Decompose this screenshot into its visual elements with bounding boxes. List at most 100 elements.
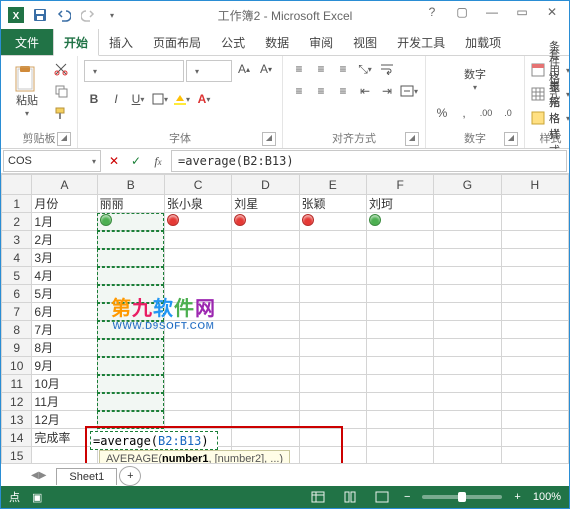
close-button[interactable]: ✕	[537, 1, 567, 23]
number-launcher[interactable]: ◢	[504, 132, 518, 146]
cell[interactable]	[97, 411, 164, 429]
cell[interactable]: 10月	[32, 375, 97, 393]
zoom-out-button[interactable]: −	[404, 491, 410, 503]
align-center-icon[interactable]: ≡	[311, 82, 331, 100]
font-family-select[interactable]: ▾	[84, 60, 184, 82]
sheet-nav-next[interactable]: ▶	[39, 470, 47, 481]
ribbon-display-button[interactable]: ▢	[447, 1, 477, 23]
tab-insert[interactable]: 插入	[99, 29, 143, 55]
cell[interactable]	[366, 249, 433, 267]
cell[interactable]	[164, 339, 231, 357]
cell[interactable]	[434, 303, 501, 321]
row-header[interactable]: 12	[2, 393, 32, 411]
align-top-icon[interactable]: ≡	[289, 60, 309, 78]
cell[interactable]	[434, 249, 501, 267]
cell[interactable]	[232, 303, 299, 321]
tab-addins[interactable]: 加载项	[455, 29, 511, 55]
cell[interactable]	[299, 411, 366, 429]
sheet-nav-prev[interactable]: ◀	[31, 470, 39, 481]
cell[interactable]	[232, 213, 299, 231]
row-header[interactable]: 1	[2, 195, 32, 213]
add-sheet-button[interactable]: +	[119, 466, 141, 486]
cell[interactable]	[434, 285, 501, 303]
cell[interactable]	[232, 393, 299, 411]
cell[interactable]	[299, 285, 366, 303]
bold-button[interactable]: B	[84, 90, 104, 108]
cell[interactable]	[366, 285, 433, 303]
col-header[interactable]: C	[164, 175, 231, 195]
save-icon[interactable]	[29, 4, 51, 26]
font-launcher[interactable]: ◢	[262, 132, 276, 146]
align-middle-icon[interactable]: ≡	[311, 60, 331, 78]
zoom-in-button[interactable]: +	[514, 491, 520, 503]
cell[interactable]	[164, 357, 231, 375]
cell[interactable]	[164, 321, 231, 339]
cell[interactable]	[164, 231, 231, 249]
cell[interactable]	[232, 267, 299, 285]
cell[interactable]: 6月	[32, 303, 97, 321]
cell[interactable]	[501, 411, 568, 429]
col-header[interactable]: E	[299, 175, 366, 195]
cell[interactable]	[501, 393, 568, 411]
cell[interactable]	[232, 339, 299, 357]
orientation-icon[interactable]: ⤡▾	[355, 60, 375, 78]
macro-record-icon[interactable]: ▣	[32, 491, 42, 504]
cell[interactable]: 张小泉	[164, 195, 231, 213]
col-header[interactable]: B	[97, 175, 164, 195]
cell[interactable]: 刘星	[232, 195, 299, 213]
cell[interactable]	[434, 375, 501, 393]
cell[interactable]	[366, 447, 433, 464]
cell[interactable]	[434, 411, 501, 429]
row-header[interactable]: 4	[2, 249, 32, 267]
increase-font-icon[interactable]: A▴	[234, 60, 254, 78]
row-header[interactable]: 3	[2, 231, 32, 249]
cell[interactable]	[366, 393, 433, 411]
name-box[interactable]: COS▾	[3, 150, 101, 172]
cell[interactable]	[164, 285, 231, 303]
cell[interactable]	[164, 213, 231, 231]
cell[interactable]	[164, 303, 231, 321]
col-header[interactable]: D	[232, 175, 299, 195]
cell[interactable]	[232, 321, 299, 339]
clipboard-launcher[interactable]: ◢	[57, 132, 71, 146]
active-cell-editor[interactable]: =average(B2:B13)	[90, 431, 218, 450]
cell[interactable]	[232, 429, 299, 447]
cell[interactable]	[32, 447, 97, 464]
border-button[interactable]: ▾	[150, 90, 170, 108]
increase-indent-icon[interactable]: ⇥	[377, 82, 397, 100]
cell[interactable]	[97, 285, 164, 303]
row-header[interactable]: 8	[2, 321, 32, 339]
cell[interactable]: 8月	[32, 339, 97, 357]
cell[interactable]	[97, 339, 164, 357]
cell[interactable]	[97, 249, 164, 267]
cell[interactable]	[501, 285, 568, 303]
cell[interactable]	[434, 339, 501, 357]
font-color-button[interactable]: A▾	[194, 90, 214, 108]
cell[interactable]	[299, 303, 366, 321]
row-header[interactable]: 6	[2, 285, 32, 303]
cell[interactable]	[232, 411, 299, 429]
cell[interactable]: 7月	[32, 321, 97, 339]
formula-input[interactable]: =average(B2:B13)	[171, 150, 567, 172]
cell[interactable]: 2月	[32, 231, 97, 249]
tab-review[interactable]: 审阅	[299, 29, 343, 55]
cell[interactable]	[299, 249, 366, 267]
cell[interactable]: 4月	[32, 267, 97, 285]
row-header[interactable]: 13	[2, 411, 32, 429]
cell[interactable]: 3月	[32, 249, 97, 267]
increase-decimal-button[interactable]: .00	[476, 104, 496, 122]
cell[interactable]	[501, 339, 568, 357]
fill-color-button[interactable]: ▾	[172, 90, 192, 108]
cell[interactable]	[164, 267, 231, 285]
cell[interactable]: 丽丽	[97, 195, 164, 213]
cell[interactable]	[366, 339, 433, 357]
cell[interactable]: 月份	[32, 195, 97, 213]
cancel-formula-button[interactable]: ✕	[103, 150, 125, 172]
cell[interactable]	[434, 231, 501, 249]
cell[interactable]	[299, 357, 366, 375]
cell[interactable]	[434, 321, 501, 339]
cell[interactable]: 9月	[32, 357, 97, 375]
cell[interactable]	[434, 213, 501, 231]
comma-style-button[interactable]: ,	[454, 104, 474, 122]
cell[interactable]	[164, 393, 231, 411]
